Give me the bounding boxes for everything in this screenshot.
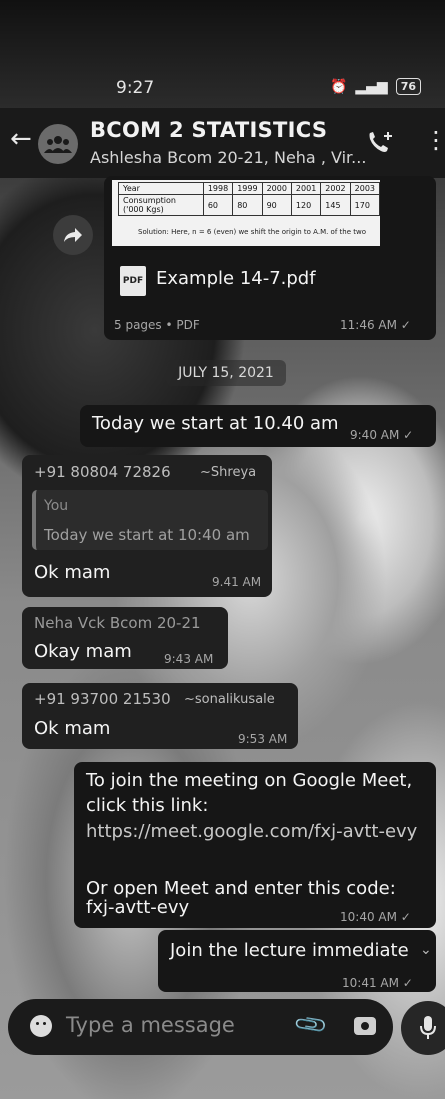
message-time: 9:43 AM <box>164 652 214 666</box>
emoji-icon[interactable] <box>30 1015 52 1037</box>
table-cell: Consumption ('000 Kgs) <box>118 194 204 216</box>
group-avatar[interactable] <box>38 124 78 164</box>
quote-author: You <box>44 498 69 514</box>
attach-icon[interactable]: 📎 <box>293 1007 330 1044</box>
sender-name[interactable]: Neha Vck Bcom 20-21 <box>34 614 201 632</box>
status-time: 9:27 <box>116 78 155 98</box>
table-cell: 2000 <box>261 182 292 195</box>
sender-alias: ~sonalikusale <box>184 692 275 707</box>
message-text: click this link: <box>86 795 209 816</box>
table-cell: 2002 <box>320 182 351 195</box>
message-text: Ok mam <box>34 718 111 739</box>
message-time: 11:46 AM ✓ <box>340 318 411 332</box>
message-text: Join the lecture immediate <box>170 940 409 961</box>
status-bar: 9:27 ⏰ ▂▄▆ 76 <box>0 70 445 104</box>
table-cell: 2003 <box>349 182 380 195</box>
pdf-file-icon: PDF <box>120 266 146 296</box>
table-cell: 120 <box>290 194 322 216</box>
message-text: Okay mam <box>34 641 132 662</box>
message-time: 10:40 AM ✓ <box>340 910 411 924</box>
group-icon <box>44 136 72 153</box>
forward-icon[interactable] <box>53 215 93 255</box>
table-cell: 60 <box>202 194 234 216</box>
table-cell: 1999 <box>232 182 263 195</box>
sender-phone[interactable]: +91 93700 21530 <box>34 690 171 708</box>
table-cell: 1998 <box>202 182 234 195</box>
table-cell: 170 <box>349 194 380 216</box>
table-cell: Year <box>118 182 204 195</box>
message-text: To join the meeting on Google Meet, <box>86 770 413 791</box>
sender-alias: ~Shreya <box>200 465 257 480</box>
date-chip: JULY 15, 2021 <box>166 360 286 386</box>
message-text: Today we start at 10.40 am <box>92 413 339 434</box>
call-add-icon[interactable] <box>366 130 396 156</box>
table-cell: 2001 <box>290 182 322 195</box>
table-cell: 80 <box>232 194 263 216</box>
meet-code: fxj-avtt-evy <box>86 897 190 918</box>
alarm-icon: ⏰ <box>329 78 348 95</box>
message-time: 9.41 AM <box>212 575 262 589</box>
pdf-file-name[interactable]: Example 14-7.pdf <box>156 268 316 289</box>
message-composer: Type a message 📎 <box>8 999 393 1055</box>
message-time: 9:53 AM <box>238 732 288 746</box>
meet-link[interactable]: https://meet.google.com/fxj-avtt-evy <box>86 821 417 842</box>
more-options-icon[interactable]: ⋮ <box>424 126 445 154</box>
table-cell: 145 <box>320 194 351 216</box>
message-text: Or open Meet and enter this code: <box>86 878 396 899</box>
status-icons: ⏰ ▂▄▆ 76 <box>330 78 421 95</box>
chat-header: ← BCOM 2 STATISTICS Ashlesha Bcom 20-21,… <box>0 108 445 178</box>
chevron-down-icon[interactable]: ⌄ <box>420 942 432 958</box>
camera-icon[interactable] <box>354 1017 376 1035</box>
signal-icon: ▂▄▆ <box>355 78 388 95</box>
message-text: Ok mam <box>34 562 111 583</box>
chat-participants[interactable]: Ashlesha Bcom 20-21, Neha , Vir... <box>90 148 366 167</box>
mic-icon <box>420 1016 436 1039</box>
quote-text: Today we start at 10:40 am <box>44 526 250 544</box>
pdf-details: 5 pages • PDF <box>114 318 200 332</box>
preview-solution-line: Solution: Here, n = 6 (even) we shift th… <box>138 228 366 236</box>
pdf-preview-thumbnail[interactable]: Year 1998 1999 2000 2001 2002 2003 Consu… <box>112 180 380 246</box>
sender-phone[interactable]: +91 80804 72826 <box>34 463 171 481</box>
message-input[interactable]: Type a message <box>66 1013 235 1037</box>
message-time: 10:41 AM ✓ <box>342 976 413 990</box>
preview-table: Year 1998 1999 2000 2001 2002 2003 Consu… <box>118 182 380 216</box>
back-arrow-icon[interactable]: ← <box>10 124 32 154</box>
message-time: 9:40 AM ✓ <box>350 428 414 442</box>
table-cell: 90 <box>261 194 292 216</box>
chat-title[interactable]: BCOM 2 STATISTICS <box>90 118 327 142</box>
battery-icon: 76 <box>395 78 421 95</box>
